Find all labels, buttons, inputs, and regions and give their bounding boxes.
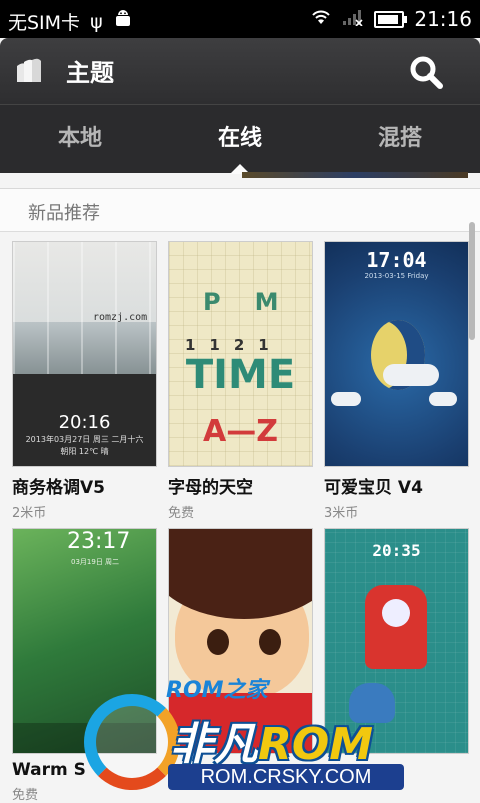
scrollbar[interactable]: [469, 222, 475, 340]
hair-illustration: [169, 529, 312, 619]
preview-date: 03月19日 周二: [71, 558, 120, 566]
theme-preview[interactable]: PM 1121 TIME A—Z: [168, 241, 313, 467]
preview-time: 23:17: [67, 529, 131, 554]
action-bar: 主题: [0, 38, 480, 104]
status-bar: 无SIM卡 ψ 21:16: [0, 0, 480, 38]
theme-name: 可爱宝贝 V4: [324, 478, 423, 498]
preview-time: 20:16: [58, 412, 111, 433]
eye-illustration: [259, 629, 281, 655]
theme-price: 3米币: [324, 506, 359, 521]
preview-letters: PM: [203, 288, 313, 316]
tab-online[interactable]: 在线: [160, 105, 320, 174]
clock: 21:16: [414, 7, 472, 31]
preview-time: 17:04: [366, 248, 427, 272]
theme-name: 商务格调V5: [12, 478, 105, 498]
theme-price: 2米币: [12, 506, 47, 521]
preview-word: TIME: [185, 352, 296, 398]
banner-edge[interactable]: [242, 172, 468, 178]
preview-watermark: romzj.com: [93, 312, 148, 323]
usb-icon: ψ: [90, 10, 103, 33]
preview-range: A—Z: [203, 414, 278, 449]
preview-date: 2013-03-15 Friday: [364, 272, 429, 280]
theme-card[interactable]: 17:04 2013-03-15 Friday 可爱宝贝 V4 3米币: [324, 241, 469, 521]
watermark-logo-icon: [84, 694, 180, 790]
section-title: 新品推荐: [28, 203, 100, 224]
battery-icon: [374, 10, 408, 28]
watermark-url: ROM.CRSKY.COM: [168, 764, 404, 790]
theme-card[interactable]: romzj.com 20:16 2013年03月27日 周三 二月十六 朝阳 1…: [12, 241, 157, 521]
cloud-illustration: [383, 364, 439, 386]
preview-date: 2013年03月27日 周三 二月十六: [25, 435, 144, 444]
theme-preview[interactable]: romzj.com 20:16 2013年03月27日 周三 二月十六 朝阳 1…: [12, 241, 157, 467]
theme-preview[interactable]: 17:04 2013-03-15 Friday: [324, 241, 469, 467]
cloud-illustration: [331, 392, 361, 406]
rocket-illustration: [365, 585, 427, 669]
tab-local[interactable]: 本地: [0, 105, 160, 173]
wifi-icon: [310, 7, 332, 31]
preview-time: 20:35: [372, 541, 421, 560]
signal-icon: [342, 7, 364, 31]
site-watermark: ROM之家 非凡ROM ROM.CRSKY.COM: [78, 672, 408, 800]
theme-price: 免费: [168, 506, 195, 521]
android-debug-icon: [113, 9, 133, 34]
tab-mix[interactable]: 混搭: [320, 105, 480, 173]
theme-card[interactable]: PM 1121 TIME A—Z 字母的天空 免费: [168, 241, 313, 521]
theme-name: 字母的天空: [168, 478, 253, 498]
preview-weather: 朝阳 12℃ 晴: [60, 447, 109, 456]
page-title: 主题: [66, 59, 114, 87]
section-header: 新品推荐: [0, 188, 480, 232]
search-icon[interactable]: [408, 54, 444, 90]
watermark-brand: 非凡ROM: [170, 719, 374, 770]
theme-book-icon[interactable]: [14, 56, 44, 86]
carrier-label: 无SIM卡: [8, 12, 81, 34]
tab-bar: 本地 在线 混搭: [0, 104, 480, 174]
watermark-romhome: ROM之家: [166, 678, 268, 703]
cloud-illustration: [429, 392, 457, 406]
eye-illustration: [207, 629, 229, 655]
